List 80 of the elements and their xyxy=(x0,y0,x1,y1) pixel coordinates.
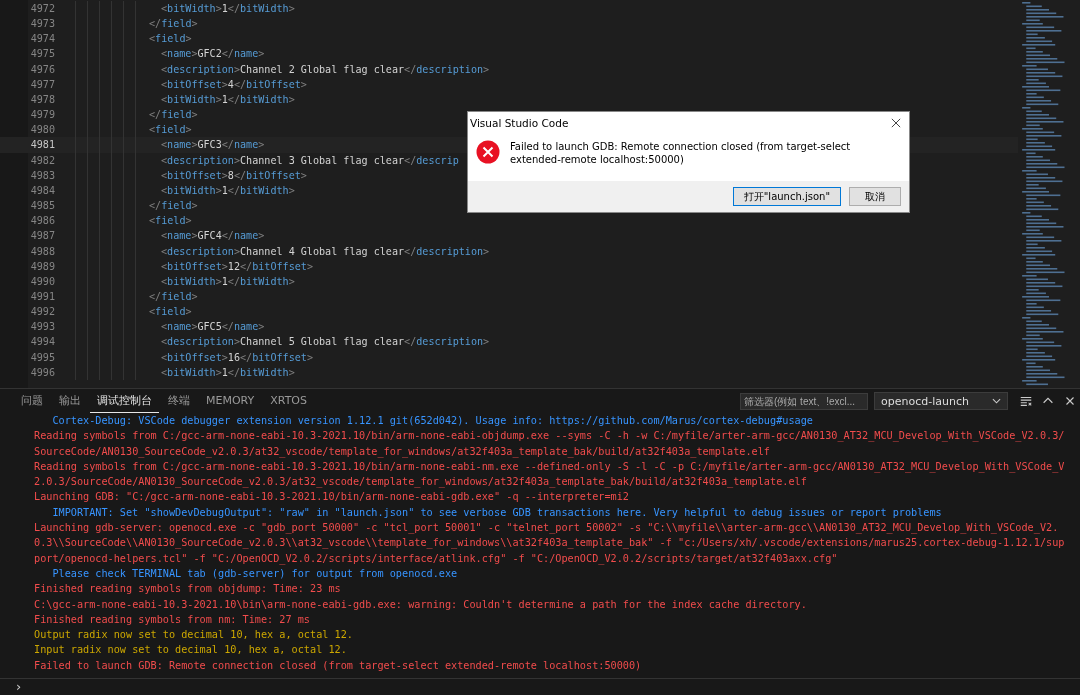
line-number: 4983 xyxy=(29,168,55,183)
dialog-button[interactable]: 取消 xyxy=(849,187,901,206)
code-line: <bitWidth>1</bitWidth> xyxy=(161,92,295,107)
code-line: <bitOffset>16</bitOffset> xyxy=(161,350,313,365)
console-line: Output radix now set to decimal 10, hex a, octal 12. xyxy=(34,628,354,643)
console-line: Reading symbols from C:/gcc-arm-none-eabi-10.3-2021.10/bin/arm-none-eabi-objdump.exe --syms -C -h -w C:/myfile/arter-arm-gcc/AN0130_AT32_MCU_Develop_With_VSCode_V2.0.3/SourceCode/AN0130_SourceCode_v2.0.3/at32_vscode/template_for_windows/at32f403a_template_bak/build/at32f403a_template.elf xyxy=(34,429,1065,459)
line-number: 4986 xyxy=(29,214,55,229)
line-number: 4984 xyxy=(29,183,55,198)
panel-tab[interactable]: MEMORY xyxy=(199,389,262,413)
session-dropdown[interactable]: openocd-launch xyxy=(874,392,1008,410)
console-line: Please check TERMINAL tab (gdb-server) for output from openocd.exe xyxy=(51,566,459,581)
console-line: Input radix now set to decimal 10, hex a, octal 12. xyxy=(34,643,348,658)
line-number: 4987 xyxy=(29,229,55,244)
error-message: Failed to launch GDB: Remote connection closed (from target-select extended-remote localhost:50000) xyxy=(510,140,852,166)
console-line: Launching GDB: "C:/gcc-arm-none-eabi-10.3-2021.10/bin/arm-none-eabi-gdb.exe" -q --interpreter=mi2 xyxy=(34,490,630,505)
line-number: 4979 xyxy=(29,108,55,123)
chevron-down-icon[interactable] xyxy=(992,398,1001,404)
line-number: 4972 xyxy=(29,2,55,16)
code-line: <bitOffset>4</bitOffset> xyxy=(161,77,307,92)
code-line: </field> xyxy=(149,17,198,32)
code-line: </field> xyxy=(149,199,198,214)
code-line: <description>Channel 2 Global flag clear</description> xyxy=(161,62,490,77)
panel-tab[interactable]: 调试控制台 xyxy=(90,389,159,413)
console-line: Failed to launch GDB: Remote connection closed (from target-select extended-remote localhost:50000) xyxy=(34,658,643,673)
line-number: 4974 xyxy=(29,32,55,47)
code-line: <name>GFC2</name> xyxy=(161,47,265,62)
clear-console-icon[interactable] xyxy=(1019,394,1033,408)
line-number: 4978 xyxy=(29,92,55,107)
code-line: <description>Channel 3 Global flag clear</descrip xyxy=(161,153,459,168)
filter-field[interactable]: 筛选器(例如 text、!excl... xyxy=(740,392,868,410)
code-line: <bitOffset>12</bitOffset> xyxy=(161,259,313,274)
dialog-button[interactable]: 打开"launch.json" xyxy=(732,187,841,206)
panel-tab[interactable]: XRTOS xyxy=(263,389,314,413)
console-line: Reading symbols from C:/gcc-arm-none-eabi-10.3-2021.10/bin/arm-none-eabi-nm.exe --defined-only -S -l -C -p C:/myfile/arter-arm-gcc/AN0130_AT32_MCU_Develop_With_VSCode_V2.0.3/SourceCode/AN0130_SourceCode_v2.0.3/at32_vscode/template_for_windows/at32f403a_template_bak/build/at32f403a_template.elf xyxy=(34,459,1065,490)
code-line: <description>Channel 5 Global flag clear</description> xyxy=(161,335,490,350)
line-number: 4976 xyxy=(29,62,55,77)
line-number: 4991 xyxy=(29,289,55,304)
dialog-title: Visual Studio Code xyxy=(470,117,569,129)
line-number: 4990 xyxy=(29,274,55,289)
line-number: 4989 xyxy=(29,259,55,274)
panel-tab[interactable]: 输出 xyxy=(52,389,88,413)
code-line: <name>GFC3</name> xyxy=(161,138,265,153)
error-icon xyxy=(476,140,500,164)
line-number: 4985 xyxy=(29,199,55,214)
code-line: <bitWidth>1</bitWidth> xyxy=(161,274,295,289)
line-number: 4992 xyxy=(29,305,55,320)
code-line: <name>GFC5</name> xyxy=(161,320,265,335)
console-line: Finished reading symbols from objdump: Time: 23 ms xyxy=(34,582,342,597)
line-number: 4993 xyxy=(29,320,55,335)
code-line: <description>Channel 4 Global flag clear</description> xyxy=(161,244,490,259)
panel-tab[interactable]: 终端 xyxy=(161,389,197,413)
prompt-symbol: › xyxy=(16,680,22,694)
code-line: <field> xyxy=(149,305,192,320)
console-line: Finished reading symbols from nm: Time: 27 ms xyxy=(34,612,311,627)
panel-tab[interactable]: 问题 xyxy=(14,389,50,413)
close-icon[interactable] xyxy=(891,118,901,128)
line-number: 4980 xyxy=(29,123,55,138)
line-number: 4975 xyxy=(29,47,55,62)
code-line: <name>GFC4</name> xyxy=(161,229,265,244)
line-number: 4973 xyxy=(29,17,55,32)
code-line: <bitWidth>1</bitWidth> xyxy=(161,2,295,16)
line-number: 4994 xyxy=(29,335,55,350)
line-number: 4977 xyxy=(29,77,55,92)
console-line: Cortex-Debug: VSCode debugger extension version 1.12.1 git(652d042). Usage info: https://github.com/Marus/cortex-debug#usage xyxy=(51,414,814,428)
console-line: Launching gdb-server: openocd.exe -c "gdb_port 50000" -c "tcl_port 50001" -c "telnet_port 50002" -s "C:\\myfile\\arter-arm-gcc\\AN0130_AT32_MCU_Develop_With_VSCode_V2.0.3\\SourceCode\\AN0130_SourceCode_v2.0.3\\at32_vscode\\template_for_windows\\at32f403a_template_bak" -f "c:/Users/xh/.vscode/extensions/marus25.cortex-debug-1.12.1/support/openocd-helpers.tcl" -f "C:/OpenOCD_V2.0.2/scripts/interface/atlink.cfg" -f "C:/OpenOCD_V2.0.2/scripts/target/at32f403axx.cfg" xyxy=(34,521,1065,566)
line-number: 4995 xyxy=(29,350,55,365)
code-line: <bitWidth>1</bitWidth> xyxy=(161,183,295,198)
code-line: <bitOffset>8</bitOffset> xyxy=(161,168,307,183)
line-number: 4996 xyxy=(29,365,55,380)
code-line: <field> xyxy=(149,32,192,47)
line-number: 4982 xyxy=(29,153,55,168)
code-line: <field> xyxy=(149,123,192,138)
console-line: IMPORTANT: Set "showDevDebugOutput": "raw" in "launch.json" to see verbose GDB transactions here. Very helpful to debug issues or report problems xyxy=(51,505,943,520)
code-line: </field> xyxy=(149,108,198,123)
line-number: 4981 xyxy=(29,138,55,153)
code-line: </field> xyxy=(149,289,198,304)
console-line: C:\gcc-arm-none-eabi-10.3-2021.10\bin\arm-none-eabi-gdb.exe: warning: Couldn't determine a path for the index cache directory. xyxy=(34,597,808,612)
line-number: 4988 xyxy=(29,244,55,259)
code-line: <bitWidth>1</bitWidth> xyxy=(161,365,295,380)
code-line: <field> xyxy=(149,214,192,229)
